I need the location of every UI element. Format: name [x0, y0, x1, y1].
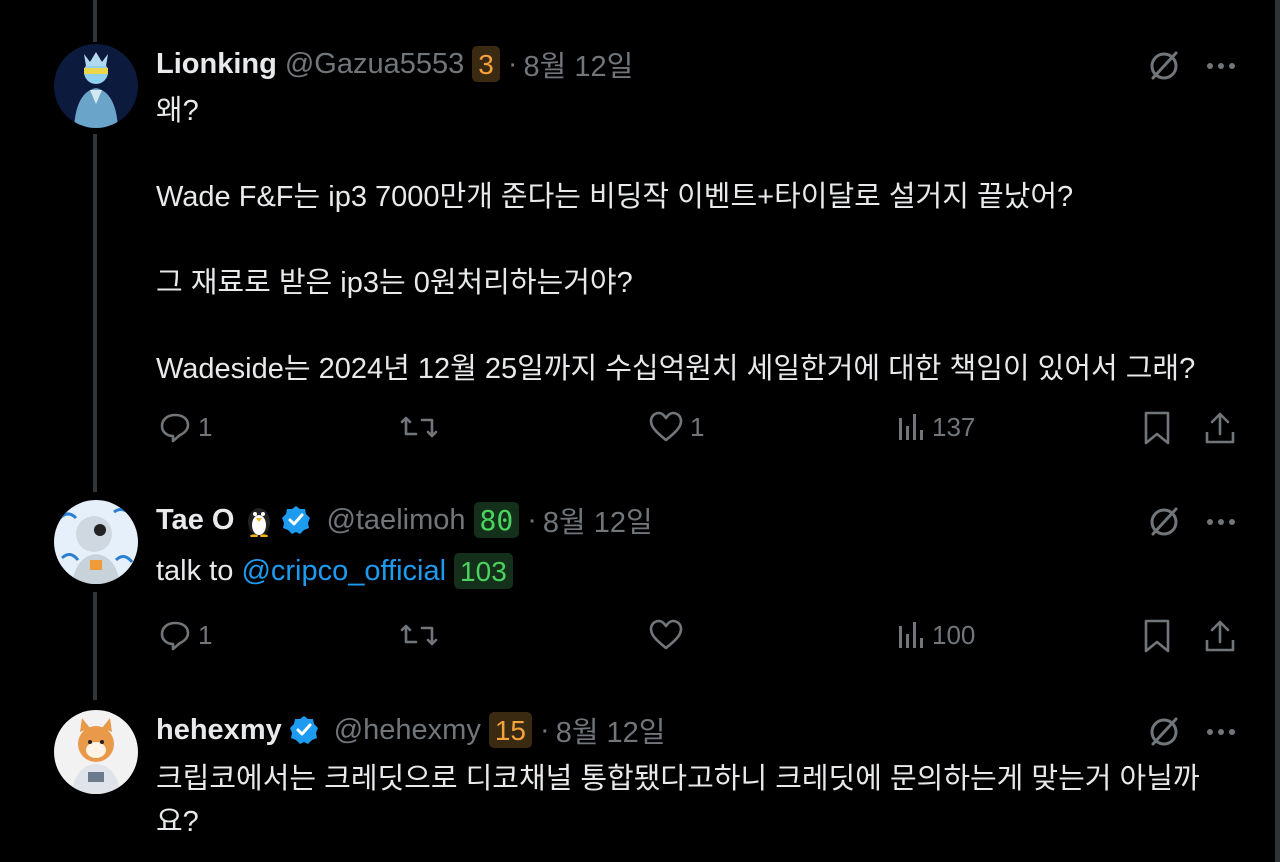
- reply-count: 1: [198, 411, 213, 442]
- views-count: 100: [932, 619, 976, 650]
- tweet-text: 왜? Wade F&F는 ip3 7000만개 준다는 비딩작 이벤트+타이달로…: [156, 95, 1196, 385]
- reply-count: 1: [198, 619, 213, 650]
- mention-link[interactable]: @cripco_official: [241, 550, 446, 593]
- reply-button[interactable]: 1: [158, 618, 212, 652]
- tweet-text: 크립코에서는 크레딧으로 디코채널 통합됐다고하니 크레딧에 문의하는게 맞는거…: [156, 763, 1200, 838]
- tweet-text: talk to @cripco_official 103: [156, 548, 1236, 594]
- repost-button[interactable]: [400, 618, 444, 652]
- views-button[interactable]: 137: [896, 410, 975, 444]
- reply-icon: [160, 413, 190, 443]
- repost-icon: [400, 416, 438, 438]
- thread-line: [93, 0, 97, 42]
- views-icon: [899, 622, 923, 648]
- more-icon[interactable]: [1203, 714, 1239, 755]
- tweet-actions: 1 1 137: [0, 410, 1280, 450]
- more-icon[interactable]: [1203, 504, 1239, 545]
- like-count: 1: [690, 411, 705, 442]
- grok-icon[interactable]: [1146, 504, 1182, 545]
- share-button[interactable]: [1203, 410, 1237, 446]
- like-icon: [649, 411, 683, 442]
- tweet[interactable]: hehexmy @hehexmy 15 · 8월 12일 크립코에서는 크레딧으…: [0, 710, 1280, 862]
- tweet[interactable]: Lionking @Gazua5553 3 · 8월 12일 왜? Wade F…: [0, 44, 1280, 464]
- bookmark-icon: [1144, 411, 1170, 445]
- grok-icon[interactable]: [1146, 714, 1182, 755]
- views-button[interactable]: 100: [896, 618, 975, 652]
- bookmark-button[interactable]: [1142, 410, 1172, 446]
- like-icon: [649, 619, 683, 650]
- like-button[interactable]: [648, 618, 690, 652]
- repost-icon: [400, 624, 438, 646]
- mention-score-badge: 103: [454, 553, 513, 589]
- views-count: 137: [932, 411, 976, 442]
- bookmark-button[interactable]: [1142, 618, 1172, 654]
- share-icon: [1205, 412, 1235, 444]
- share-icon: [1205, 620, 1235, 652]
- reply-icon: [160, 621, 190, 651]
- tweet-text-prefix: talk to: [156, 554, 242, 587]
- views-icon: [899, 414, 923, 440]
- tweet-actions: 1 100: [0, 618, 1280, 658]
- repost-button[interactable]: [400, 410, 444, 444]
- tweet[interactable]: Tae O @taelimoh 80 · 8월 12일 talk to @cri…: [0, 500, 1280, 680]
- like-button[interactable]: 1: [648, 410, 704, 444]
- bookmark-icon: [1144, 619, 1170, 653]
- more-icon[interactable]: [1203, 48, 1239, 89]
- share-button[interactable]: [1203, 618, 1237, 654]
- grok-icon[interactable]: [1146, 48, 1182, 89]
- reply-button[interactable]: 1: [158, 410, 212, 444]
